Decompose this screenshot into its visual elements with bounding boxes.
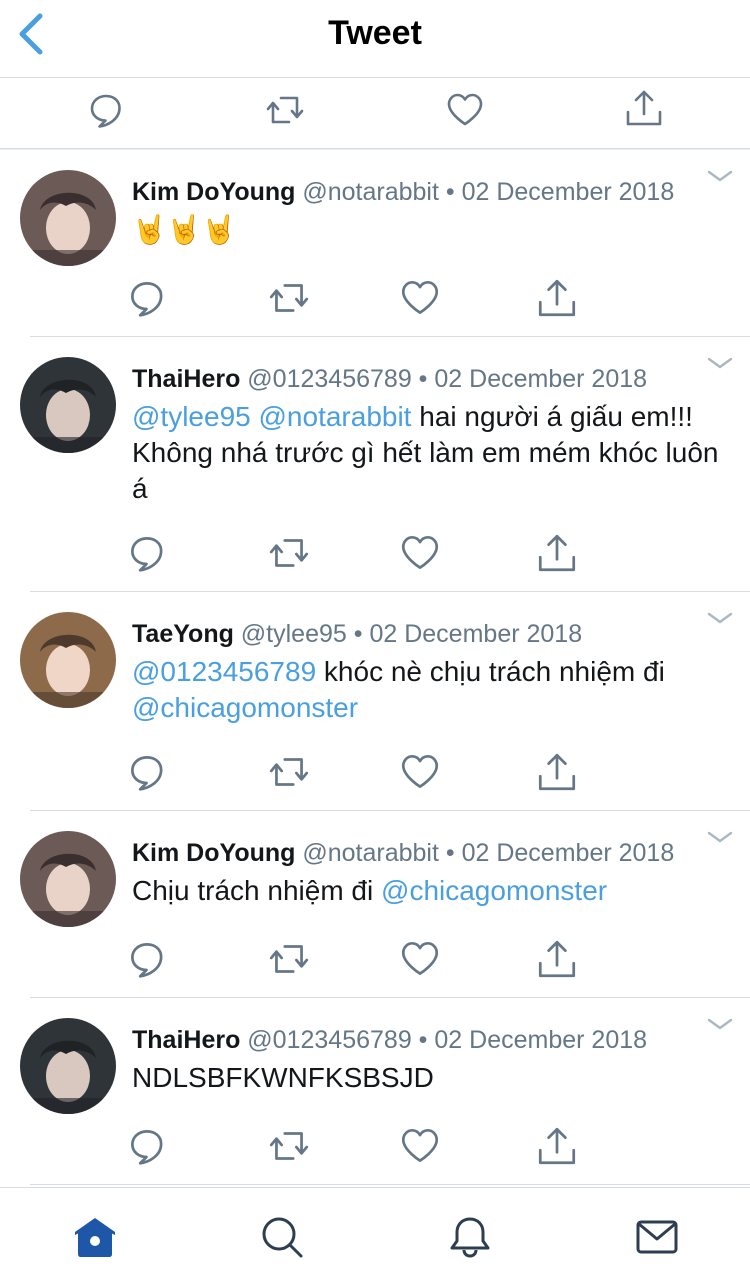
more-chevron-icon[interactable] [706,1016,734,1032]
user-handle[interactable]: @0123456789 [240,1026,411,1054]
mention-link[interactable]: @chicagomonster [132,692,358,723]
avatar[interactable] [20,357,116,453]
display-name[interactable]: TaeYong [132,620,234,648]
notifications-icon[interactable] [447,1214,493,1260]
like-icon[interactable] [397,530,443,576]
share-icon[interactable] [622,86,666,130]
tweet-header: Kim DoYoung @notarabbit • 02 December 20… [132,839,674,868]
user-handle[interactable]: @notarabbit [295,178,439,206]
user-handle[interactable]: @notarabbit [295,839,439,867]
reply-icon[interactable] [124,530,170,576]
display-name[interactable]: ThaiHero [132,365,240,393]
tweet-item[interactable]: TaeYong @tylee95 • 02 December 2018 @0123… [0,592,750,811]
reply-icon[interactable] [124,936,170,982]
like-icon[interactable] [397,1123,443,1169]
separator-dot: • [346,620,370,648]
retweet-icon[interactable] [266,749,312,795]
avatar[interactable] [20,831,116,927]
user-handle[interactable]: @0123456789 [240,365,411,393]
more-chevron-icon[interactable] [706,168,734,184]
separator-dot: • [438,839,462,867]
like-icon[interactable] [397,275,443,321]
separator-dot: • [411,1026,435,1054]
tab-bar [0,1187,750,1282]
share-icon[interactable] [534,275,580,321]
tweet-date: 02 December 2018 [434,365,648,393]
reply-icon[interactable] [124,275,170,321]
display-name[interactable]: Kim DoYoung [132,178,295,206]
text-segment: 🤘🤘🤘 [132,214,237,245]
tweet-date: 02 December 2018 [369,620,583,648]
like-icon[interactable] [443,88,487,132]
text-segment [251,401,259,432]
retweet-icon[interactable] [266,936,312,982]
share-icon[interactable] [534,749,580,795]
user-handle[interactable]: @tylee95 [234,620,347,648]
share-icon[interactable] [534,936,580,982]
separator-dot: • [411,365,435,393]
tweet-header: ThaiHero @0123456789 • 02 December 2018 [132,1026,647,1055]
text-segment: Chịu trách nhiệm đi [132,875,382,906]
mention-link[interactable]: @tylee95 [132,401,251,432]
tweet-header: Kim DoYoung @notarabbit • 02 December 20… [132,178,674,207]
tweet-text: @0123456789 khóc nè chịu trách nhiệm đi … [132,654,722,726]
messages-icon[interactable] [634,1214,680,1260]
reply-icon[interactable] [84,88,128,132]
display-name[interactable]: ThaiHero [132,1026,240,1054]
tweet-divider [30,1184,750,1185]
retweet-icon[interactable] [266,530,312,576]
reply-icon[interactable] [124,1123,170,1169]
home-icon[interactable] [72,1214,118,1260]
tweet-date: 02 December 2018 [434,1026,648,1054]
retweet-icon[interactable] [263,88,307,132]
separator-dot: • [438,178,462,206]
tweet-date: 02 December 2018 [461,839,675,867]
more-chevron-icon[interactable] [706,355,734,371]
tweet-item[interactable]: ThaiHero @0123456789 • 02 December 2018 N… [0,998,750,1185]
more-chevron-icon[interactable] [706,829,734,845]
tweet-item[interactable]: ThaiHero @0123456789 • 02 December 2018 @… [0,337,750,592]
text-segment: khóc nè chịu trách nhiệm đi [316,656,665,687]
display-name[interactable]: Kim DoYoung [132,839,295,867]
navigation-bar: Tweet [0,0,750,78]
mention-link[interactable]: @notarabbit [259,401,412,432]
retweet-icon[interactable] [266,1123,312,1169]
retweet-icon[interactable] [266,275,312,321]
tweet-text: NDLSBFKWNFKSBSJD [132,1060,722,1096]
tweet-text: @tylee95 @notarabbit hai người á giấu em… [132,399,722,507]
more-chevron-icon[interactable] [706,610,734,626]
mention-link[interactable]: @chicagomonster [381,875,607,906]
page-title: Tweet [328,14,422,52]
tweet-text: 🤘🤘🤘 [132,212,722,248]
tweet-item[interactable]: Kim DoYoung @notarabbit • 02 December 20… [0,150,750,337]
avatar[interactable] [20,612,116,708]
like-icon[interactable] [397,936,443,982]
search-icon[interactable] [259,1214,305,1260]
reply-icon[interactable] [124,749,170,795]
like-icon[interactable] [397,749,443,795]
tweet-item[interactable]: Kim DoYoung @notarabbit • 02 December 20… [0,811,750,998]
avatar[interactable] [20,1018,116,1114]
tweet-date: 02 December 2018 [461,178,675,206]
mention-link[interactable]: @0123456789 [132,656,316,687]
tweet-header: TaeYong @tylee95 • 02 December 2018 [132,620,582,649]
share-icon[interactable] [534,1123,580,1169]
avatar[interactable] [20,170,116,266]
share-icon[interactable] [534,530,580,576]
main-tweet-actions [0,78,750,149]
tweet-header: ThaiHero @0123456789 • 02 December 2018 [132,365,647,394]
tweet-text: Chịu trách nhiệm đi @chicagomonster [132,873,722,909]
text-segment: NDLSBFKWNFKSBSJD [132,1062,434,1093]
